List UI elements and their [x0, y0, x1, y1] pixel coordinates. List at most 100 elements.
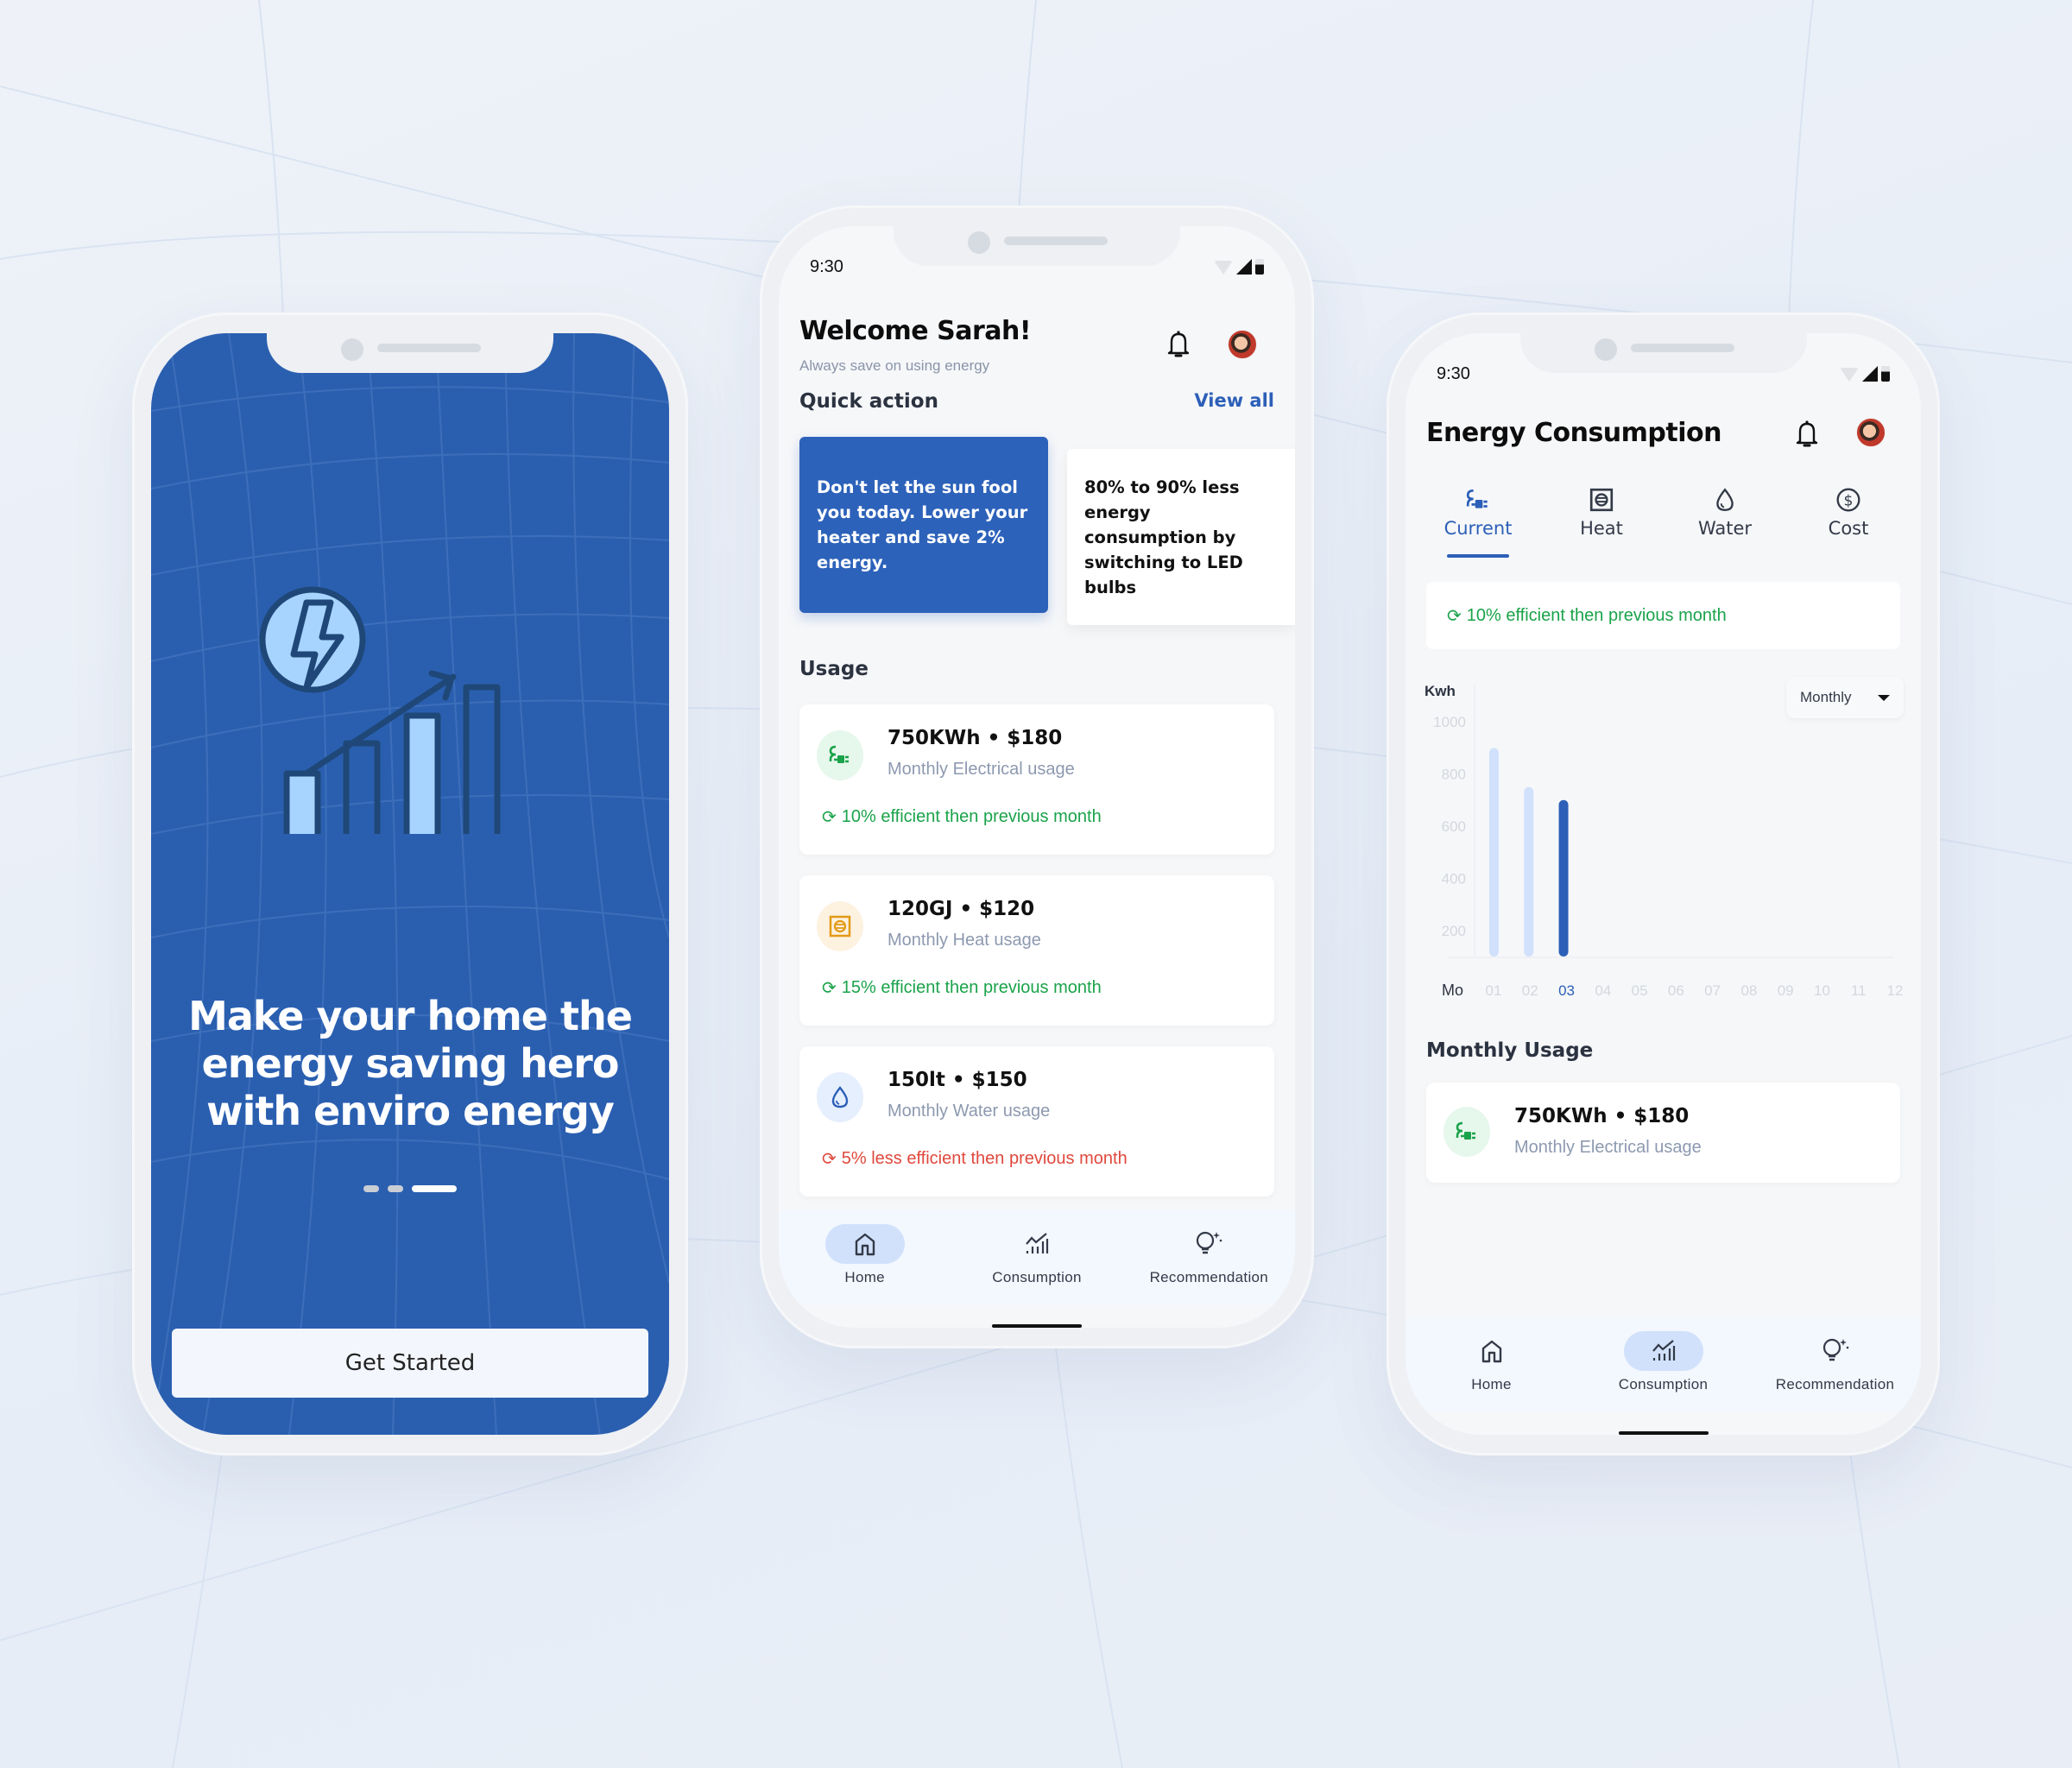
- signal-icon: [1236, 259, 1252, 275]
- consumption-screen: 9:30 Energy Consumption Current Heat Wat…: [1406, 333, 1921, 1435]
- x-tick-label: 06: [1668, 982, 1684, 999]
- period-dropdown[interactable]: Monthly: [1786, 677, 1904, 718]
- nav-recommendation[interactable]: Recommendation: [1758, 1317, 1913, 1412]
- usage-card-water[interactable]: 150lt • $150 Monthly Water usage ⟳ 5% les…: [799, 1046, 1274, 1197]
- heater-icon: [817, 901, 863, 951]
- onboarding-screen: Make your home the energy saving hero wi…: [151, 333, 669, 1435]
- usage-card-heat[interactable]: 120GJ • $120 Monthly Heat usage ⟳ 15% eff…: [799, 875, 1274, 1026]
- chart-bar: [1489, 748, 1499, 957]
- consumption-phone: 9:30 Energy Consumption Current Heat Wat…: [1387, 313, 1940, 1455]
- nav-home[interactable]: Home: [787, 1210, 943, 1305]
- x-axis-label: Mo: [1442, 982, 1463, 999]
- chart-icon: [1652, 1340, 1675, 1361]
- page-dot-2[interactable]: [388, 1185, 403, 1192]
- wifi-icon: [1840, 368, 1859, 382]
- y-tick-label: 200: [1442, 923, 1466, 939]
- monthly-usage-title: Monthly Usage: [1426, 1039, 1594, 1062]
- notification-bell-icon[interactable]: [1166, 330, 1191, 359]
- phone-notch: [267, 333, 553, 373]
- usage-card-electrical[interactable]: 750KWh • $180 Monthly Electrical usage ⟳…: [799, 704, 1274, 855]
- home-icon: [1481, 1340, 1501, 1363]
- onboarding-phone: Make your home the energy saving hero wi…: [132, 313, 688, 1455]
- monthly-usage-card[interactable]: 750KWh • $180 Monthly Electrical usage: [1426, 1083, 1900, 1183]
- usage-value: 750KWh • $180: [888, 727, 1063, 749]
- usage-label: Monthly Electrical usage: [888, 760, 1075, 779]
- home-screen: 9:30 Welcome Sarah! Always save on using…: [779, 226, 1295, 1328]
- page-subtitle: Always save on using energy: [799, 357, 990, 374]
- bar-chart: Kwh 200 400 600 800 1000 Mo 01 02 03 04 05 06 07 08 09 1…: [1424, 683, 1903, 999]
- battery-icon: [1255, 259, 1264, 275]
- y-tick-label: 1000: [1433, 714, 1466, 730]
- x-tick-label: 01: [1486, 982, 1502, 999]
- signal-icon: [1862, 366, 1878, 382]
- eco-bolt-icon: ⟳: [1447, 606, 1462, 626]
- usage-value: 120GJ • $120: [888, 898, 1035, 920]
- usage-value: 150lt • $150: [888, 1069, 1027, 1091]
- tab-current[interactable]: Current: [1426, 487, 1530, 558]
- y-tick-label: 400: [1442, 870, 1466, 887]
- tab-cost[interactable]: $ Cost: [1797, 487, 1900, 547]
- bottom-navigation: Home Consumption Recommendation: [779, 1210, 1295, 1305]
- home-indicator: [992, 1324, 1082, 1328]
- svg-text:$: $: [1844, 492, 1854, 509]
- status-bar: 9:30: [810, 252, 1264, 278]
- plug-icon: [817, 730, 863, 780]
- headline-line: with enviro energy: [206, 1088, 615, 1134]
- notification-bell-icon[interactable]: [1794, 420, 1820, 449]
- nav-home[interactable]: Home: [1414, 1317, 1570, 1412]
- y-axis-label: Kwh: [1424, 683, 1456, 699]
- home-icon: [855, 1233, 875, 1256]
- page-dot-3-active[interactable]: [412, 1185, 457, 1192]
- home-indicator: [1618, 1431, 1709, 1435]
- tab-heat[interactable]: Heat: [1550, 487, 1653, 547]
- status-time: 9:30: [810, 257, 843, 276]
- nav-recommendation[interactable]: Recommendation: [1131, 1210, 1286, 1305]
- chart-bar: [1524, 786, 1534, 957]
- user-avatar[interactable]: [1856, 418, 1886, 447]
- lightbulb-icon: [1822, 1338, 1848, 1361]
- efficiency-status: ⟳ 10% efficient then previous month: [822, 807, 1102, 827]
- y-tick-label: 800: [1442, 767, 1466, 783]
- heater-icon: [1589, 488, 1614, 512]
- page-dot-1[interactable]: [363, 1185, 379, 1192]
- plug-icon: [1466, 489, 1488, 508]
- battery-icon: [1881, 366, 1890, 382]
- quick-action-card[interactable]: 80% to 90% less energy consumption by sw…: [1067, 449, 1295, 625]
- chart-bar: [1558, 799, 1569, 957]
- x-tick-label: 02: [1522, 982, 1538, 999]
- quick-action-card[interactable]: Don't let the sun fool you today. Lower …: [799, 437, 1048, 613]
- headline-line: energy saving hero: [201, 1040, 620, 1087]
- efficiency-banner: ⟳ 10% efficient then previous month: [1426, 582, 1900, 649]
- plug-icon: [1443, 1107, 1490, 1157]
- onboarding-headline: Make your home the energy saving hero wi…: [151, 993, 669, 1135]
- chart-icon: [1026, 1233, 1049, 1253]
- grid-pattern: [151, 333, 669, 1435]
- quick-action-title: Quick action: [799, 390, 938, 413]
- efficiency-status: ⟳ 15% efficient then previous month: [822, 978, 1102, 998]
- view-all-link[interactable]: View all: [1194, 390, 1274, 411]
- page-title: Energy Consumption: [1426, 418, 1722, 448]
- page-title: Welcome Sarah!: [799, 316, 1032, 346]
- category-tabs: Current Heat Water $ Cost: [1426, 487, 1900, 558]
- x-tick-label: 05: [1632, 982, 1648, 999]
- tab-water[interactable]: Water: [1673, 487, 1777, 547]
- water-drop-icon: [1716, 488, 1734, 511]
- x-tick-label: 08: [1740, 982, 1757, 999]
- usage-label: Monthly Heat usage: [888, 931, 1041, 950]
- lightbulb-icon: [1197, 1231, 1222, 1254]
- nav-consumption[interactable]: Consumption: [959, 1210, 1115, 1305]
- consumption-chart: Monthly Kwh 200 400 600 800 1000 Mo 01 02 03 04 05 0…: [1423, 670, 1904, 1007]
- water-drop-icon: [817, 1072, 863, 1122]
- usage-title: Usage: [799, 658, 869, 680]
- caret-down-icon: [1878, 694, 1890, 701]
- get-started-button[interactable]: Get Started: [172, 1329, 648, 1398]
- home-phone: 9:30 Welcome Sarah! Always save on using…: [760, 205, 1314, 1348]
- x-tick-label: 03: [1558, 982, 1575, 999]
- dollar-icon: $: [1836, 488, 1860, 512]
- user-avatar[interactable]: [1228, 330, 1257, 359]
- headline-line: Make your home the: [188, 993, 633, 1039]
- eco-bolt-icon: ⟳: [822, 979, 837, 998]
- x-tick-label: 04: [1595, 982, 1611, 999]
- nav-consumption[interactable]: Consumption: [1586, 1317, 1741, 1412]
- usage-label: Monthly Water usage: [888, 1102, 1051, 1121]
